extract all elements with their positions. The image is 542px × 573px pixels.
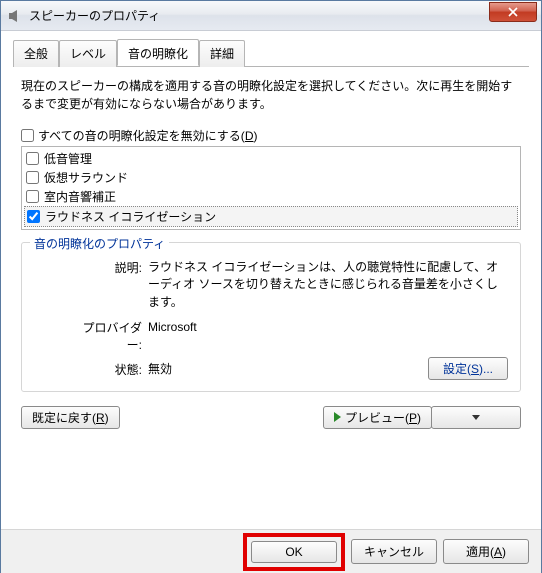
preview-split-button: プレビュー(P) — [323, 406, 521, 429]
close-icon — [508, 7, 518, 17]
preview-button[interactable]: プレビュー(P) — [323, 406, 432, 429]
list-item[interactable]: 室内音響補正 — [24, 187, 518, 206]
apply-button[interactable]: 適用(A) — [443, 539, 529, 564]
group-title: 音の明瞭化のプロパティ — [30, 235, 169, 252]
preview-dropdown-button[interactable] — [431, 406, 521, 429]
mid-button-row: 既定に戻す(R) プレビュー(P) — [21, 406, 521, 429]
tab-level[interactable]: レベル — [59, 40, 117, 67]
cancel-button[interactable]: キャンセル — [351, 539, 437, 564]
desc-label: 説明: — [72, 259, 148, 311]
titlebar: スピーカーのプロパティ — [1, 1, 541, 31]
enhancement-checkbox[interactable] — [27, 210, 40, 223]
tab-general[interactable]: 全般 — [13, 40, 59, 67]
window-title: スピーカーのプロパティ — [29, 7, 489, 24]
list-item[interactable]: 仮想サラウンド — [24, 168, 518, 187]
disable-all-label[interactable]: すべての音の明瞭化設定を無効にする(D) — [38, 127, 257, 144]
ok-button[interactable]: OK — [251, 541, 337, 563]
content-area: 全般 レベル 音の明瞭化 詳細 現在のスピーカーの構成を適用する音の明瞭化設定を… — [1, 31, 541, 529]
chevron-down-icon — [472, 415, 480, 420]
provider-value: Microsoft — [148, 319, 504, 353]
properties-dialog: スピーカーのプロパティ 全般 レベル 音の明瞭化 詳細 現在のスピーカーの構成を… — [0, 0, 542, 573]
desc-value: ラウドネス イコライゼーションは、人の聴覚特性に配慮して、オーディオ ソースを切… — [148, 259, 504, 311]
disable-all-row: すべての音の明瞭化設定を無効にする(D) — [21, 127, 521, 144]
enhancement-label: 室内音響補正 — [44, 188, 116, 205]
close-button[interactable] — [489, 2, 537, 22]
list-item[interactable]: ラウドネス イコライゼーション — [24, 206, 518, 227]
tab-advanced[interactable]: 詳細 — [199, 40, 245, 67]
enhancement-label: 仮想サラウンド — [44, 169, 128, 186]
provider-label: プロバイダー: — [72, 319, 148, 353]
enhancement-label: 低音管理 — [44, 150, 92, 167]
enhancement-checkbox[interactable] — [26, 190, 39, 203]
description-text: 現在のスピーカーの構成を適用する音の明瞭化設定を選択してください。次に再生を開始… — [21, 77, 521, 113]
list-item[interactable]: 低音管理 — [24, 149, 518, 168]
play-icon — [334, 412, 341, 422]
enhancements-list[interactable]: 低音管理 仮想サラウンド 室内音響補正 ラウドネス イコライゼーション — [21, 146, 521, 230]
speaker-icon — [7, 8, 23, 24]
restore-defaults-button[interactable]: 既定に戻す(R) — [21, 406, 120, 429]
enhancement-label: ラウドネス イコライゼーション — [45, 208, 216, 225]
ok-highlight: OK — [243, 533, 345, 571]
tab-strip: 全般 レベル 音の明瞭化 詳細 — [13, 39, 529, 67]
properties-group: 音の明瞭化のプロパティ 説明: ラウドネス イコライゼーションは、人の聴覚特性に… — [21, 242, 521, 392]
dialog-footer: OK キャンセル 適用(A) — [1, 529, 541, 573]
tab-enhancements[interactable]: 音の明瞭化 — [117, 39, 199, 66]
enhancement-checkbox[interactable] — [26, 152, 39, 165]
disable-all-checkbox[interactable] — [21, 129, 34, 142]
status-value: 無効 — [148, 361, 504, 378]
enhancement-checkbox[interactable] — [26, 171, 39, 184]
status-label: 状態: — [72, 361, 148, 378]
